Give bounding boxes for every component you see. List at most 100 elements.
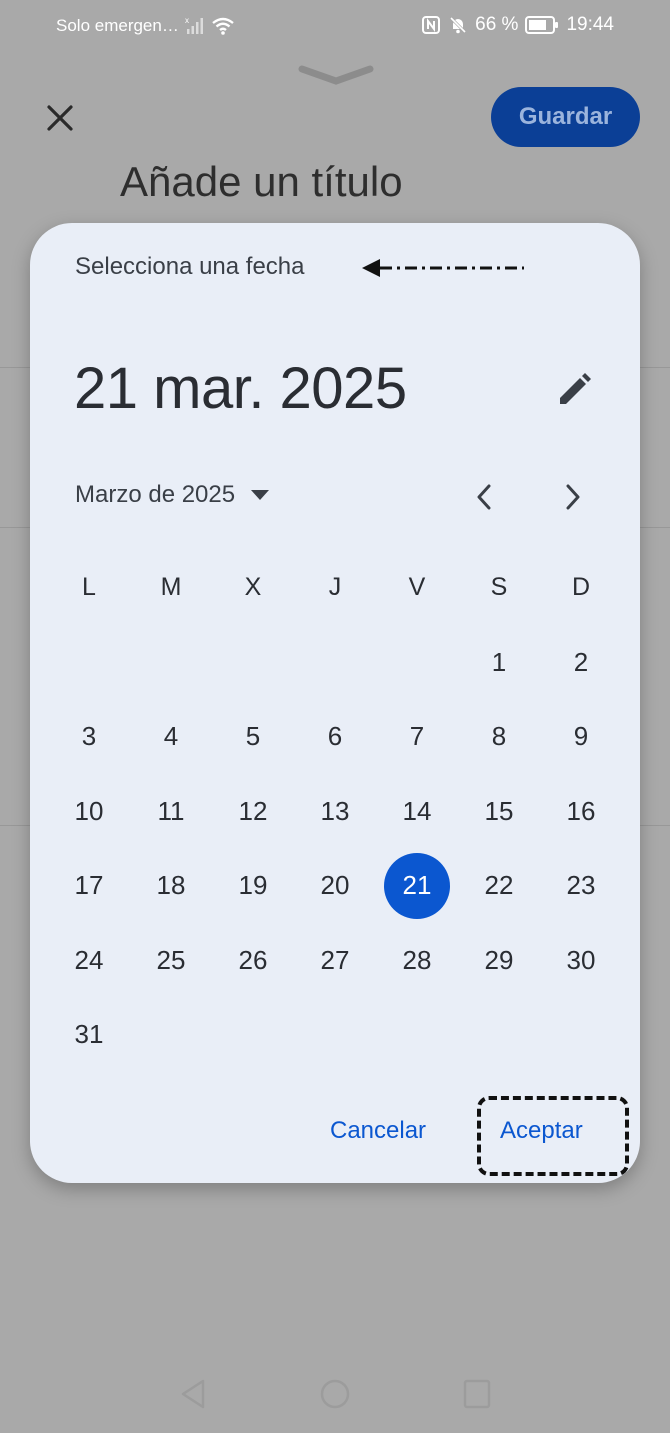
weekday-label: L (82, 573, 96, 601)
day-cell[interactable]: 4 (130, 700, 212, 775)
event-title-placeholder[interactable]: Añade un título (120, 158, 403, 206)
day-number: 16 (566, 795, 596, 826)
day-number: 6 (327, 721, 343, 752)
day-number: 3 (81, 721, 97, 752)
day-cell[interactable]: 27 (294, 923, 376, 998)
month-year-selector[interactable]: Marzo de 2025 (75, 481, 271, 509)
day-number: 28 (402, 944, 432, 975)
selected-day-cell[interactable]: 21 (376, 849, 458, 924)
previous-month-button[interactable] (466, 479, 502, 515)
day-cell[interactable]: 7 (376, 700, 458, 775)
weekday-label: M (160, 573, 182, 601)
day-number: 23 (566, 870, 596, 901)
day-cell[interactable]: 30 (540, 923, 622, 998)
edit-date-button[interactable] (550, 366, 598, 414)
day-cell[interactable]: 19 (212, 849, 294, 924)
clock: 19:44 (566, 14, 614, 35)
day-cell[interactable]: 13 (294, 774, 376, 849)
day-number: 21 (384, 852, 450, 919)
day-number: 19 (238, 870, 268, 901)
sheet-handle-icon[interactable] (298, 63, 374, 87)
day-cell[interactable]: 20 (294, 849, 376, 924)
day-number: 17 (74, 870, 104, 901)
empty-day-cell (212, 625, 294, 700)
day-cell[interactable]: 1 (458, 625, 540, 700)
wifi-icon (212, 17, 234, 35)
home-nav-icon[interactable] (319, 1378, 351, 1410)
selected-date-display: 21 mar. 2025 (74, 356, 407, 421)
day-cell[interactable]: 22 (458, 849, 540, 924)
day-cell[interactable]: 31 (48, 998, 130, 1073)
weekday-label: J (328, 573, 342, 601)
weekday-label: V (408, 573, 426, 601)
day-number: 1 (491, 646, 507, 677)
next-month-button[interactable] (555, 479, 591, 515)
month-year-label: Marzo de 2025 (75, 481, 236, 508)
day-number: 12 (238, 795, 268, 826)
day-number: 13 (320, 795, 350, 826)
weekday-label: X (244, 573, 262, 601)
signal-icon: x (185, 16, 203, 34)
day-number: 30 (566, 944, 596, 975)
day-cell[interactable]: 8 (458, 700, 540, 775)
dialog-header: Selecciona una fecha (75, 253, 305, 280)
pencil-icon (560, 373, 591, 404)
status-bar: Solo emergen… x 66 % 19:44 (0, 0, 670, 52)
day-cell[interactable]: 23 (540, 849, 622, 924)
day-cell[interactable]: 18 (130, 849, 212, 924)
day-number: 9 (573, 721, 589, 752)
cancel-button[interactable]: Cancelar (324, 1111, 432, 1151)
recents-nav-icon[interactable] (462, 1378, 492, 1410)
battery-icon (525, 16, 559, 34)
day-number: 2 (573, 646, 589, 677)
day-cell[interactable]: 28 (376, 923, 458, 998)
day-cell[interactable]: 5 (212, 700, 294, 775)
day-cell[interactable]: 16 (540, 774, 622, 849)
day-number: 4 (163, 721, 179, 752)
day-number: 26 (238, 944, 268, 975)
accept-button[interactable]: Aceptar (500, 1117, 583, 1145)
day-number: 10 (74, 795, 104, 826)
chevron-right-icon (566, 484, 580, 510)
day-number: 29 (484, 944, 514, 975)
day-cell[interactable]: 3 (48, 700, 130, 775)
day-cell[interactable]: 9 (540, 700, 622, 775)
day-cell[interactable]: 17 (48, 849, 130, 924)
save-button[interactable]: Guardar (491, 87, 640, 147)
day-number: 11 (157, 795, 185, 826)
day-cell[interactable]: 12 (212, 774, 294, 849)
day-number: 14 (402, 795, 432, 826)
empty-day-cell (130, 625, 212, 700)
status-right: 66 % 19:44 (421, 14, 614, 36)
day-cell[interactable]: 15 (458, 774, 540, 849)
day-cell[interactable]: 29 (458, 923, 540, 998)
weekday-label: S (490, 573, 508, 601)
empty-day-cell (376, 625, 458, 700)
bell-muted-icon (450, 16, 467, 34)
back-nav-icon[interactable] (178, 1378, 208, 1410)
day-cell[interactable]: 10 (48, 774, 130, 849)
chevron-left-icon (477, 484, 491, 510)
battery-percent: 66 % (475, 14, 519, 35)
weekday-header-row: LMXJVSD (48, 567, 622, 607)
calendar-days-grid: 1 2 3 4 5 6 7 8 9 10 11 12 13 14 15 16 17 18 19 20 21 22 23 24 2… (48, 625, 622, 1072)
day-cell[interactable]: 6 (294, 700, 376, 775)
day-number: 18 (156, 870, 186, 901)
day-cell[interactable]: 11 (130, 774, 212, 849)
day-number: 7 (409, 721, 425, 752)
day-cell[interactable]: 25 (130, 923, 212, 998)
day-number: 20 (320, 870, 350, 901)
close-button[interactable] (40, 98, 80, 138)
day-cell[interactable]: 26 (212, 923, 294, 998)
day-cell[interactable]: 14 (376, 774, 458, 849)
day-number: 24 (74, 944, 104, 975)
day-cell[interactable]: 2 (540, 625, 622, 700)
day-number: 25 (156, 944, 186, 975)
day-cell[interactable]: 24 (48, 923, 130, 998)
day-number: 31 (74, 1019, 104, 1050)
weekday-label: D (571, 573, 591, 601)
svg-text:x: x (185, 16, 189, 25)
empty-day-cell (48, 625, 130, 700)
close-icon (47, 105, 73, 131)
day-number: 22 (484, 870, 514, 901)
